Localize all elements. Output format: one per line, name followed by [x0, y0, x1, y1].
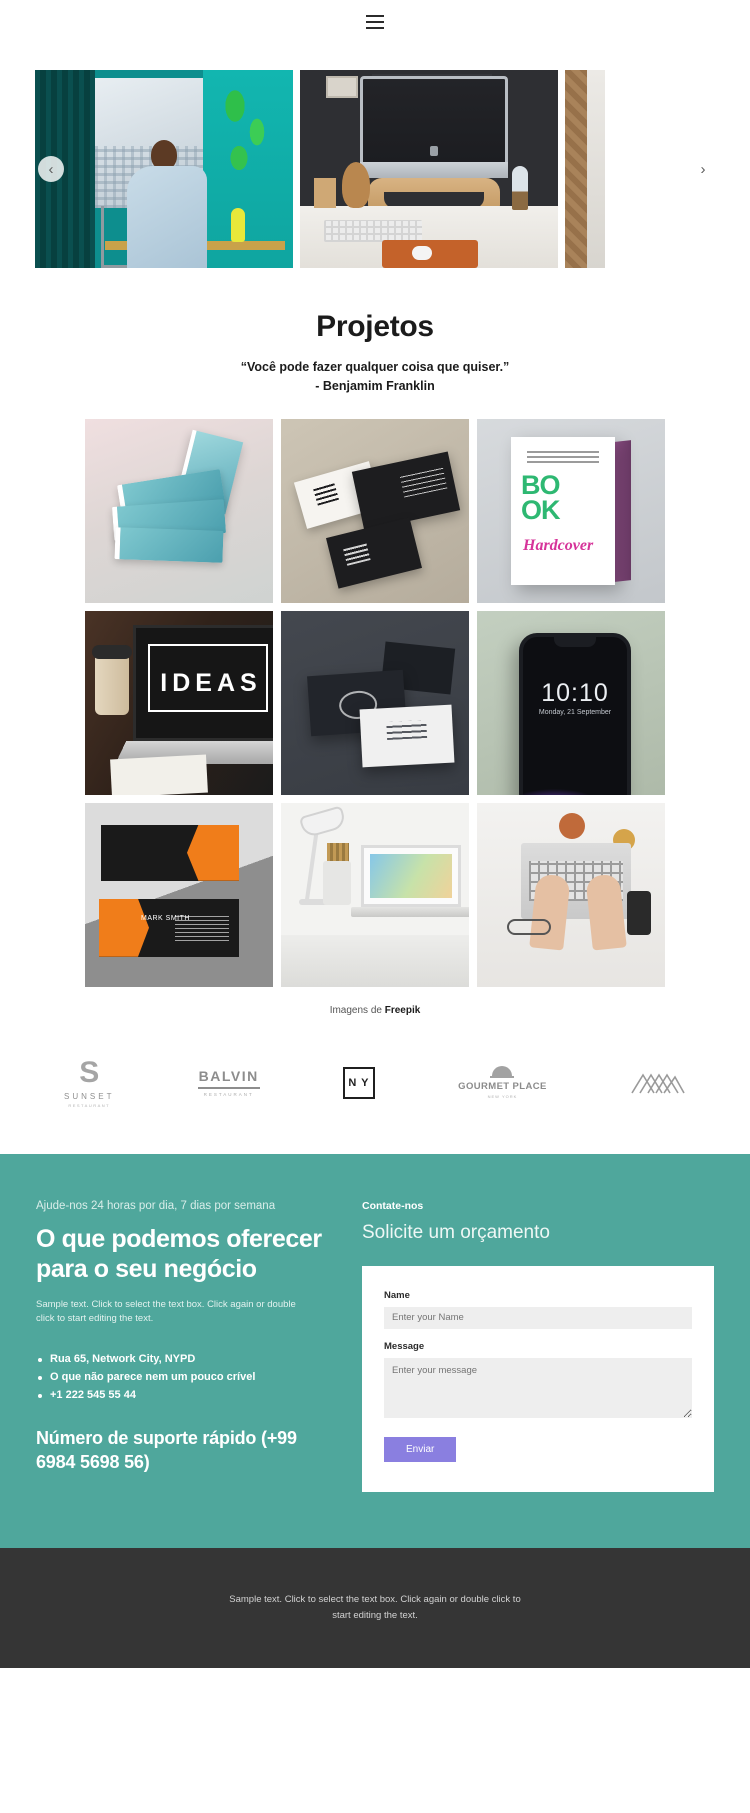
- carousel-slide-wood[interactable]: [565, 70, 605, 268]
- support-number-heading: Número de suporte rápido (+99 6984 5698 …: [36, 1428, 297, 1472]
- image-credit: Imagens de Freepik: [0, 1005, 750, 1016]
- gourmet-name: GOURMET PLACE: [458, 1081, 547, 1093]
- gallery-item[interactable]: MARK SMITH: [85, 802, 273, 987]
- contact-section: Ajude-nos 24 horas por dia, 7 dias por s…: [0, 1153, 750, 1548]
- carousel-slide-office[interactable]: [35, 70, 293, 268]
- gallery-item[interactable]: [281, 802, 469, 987]
- balvin-name: BALVIN: [198, 1068, 259, 1085]
- gallery-book-word: BO OK: [521, 469, 560, 526]
- footer-text: Sample text. Click to select the text bo…: [229, 1593, 521, 1621]
- message-field-label: Message: [384, 1340, 425, 1352]
- sunset-subtitle: RESTAURANT: [68, 1102, 111, 1108]
- keyboard-decoration: [324, 220, 422, 242]
- image-credit-prefix: Imagens de: [329, 1004, 385, 1016]
- hamburger-menu-icon[interactable]: [366, 15, 384, 29]
- gallery-item[interactable]: [281, 418, 469, 603]
- list-item: +1 222 545 55 44: [36, 1389, 336, 1401]
- balvin-subtitle: RESTAURANT: [203, 1092, 254, 1098]
- contact-form-label: Contate-nos: [362, 1199, 424, 1212]
- quote-text: “Você pode fazer qualquer coisa que quis…: [240, 360, 510, 374]
- mouse-decoration: [412, 246, 432, 260]
- contact-form-column: Contate-nos Solicite um orçamento Name M…: [362, 1200, 714, 1492]
- contact-bullet-list: Rua 65, Network City, NYPD O que não par…: [36, 1353, 336, 1401]
- gallery-ideas-word: IDEAS: [160, 668, 262, 697]
- wood-light-decoration: [587, 70, 605, 268]
- imac-screen-decoration: [360, 76, 508, 162]
- site-footer: Sample text. Click to select the text bo…: [0, 1547, 750, 1668]
- sunset-name: SUNSET: [64, 1091, 115, 1101]
- quote-attribution: - Benjamim Franklin: [315, 379, 435, 394]
- gallery-item[interactable]: BO OK Hardcover: [477, 418, 665, 603]
- gallery-item[interactable]: [85, 418, 273, 603]
- mountain-icon: [631, 1073, 685, 1094]
- hamburger-bar: [366, 15, 384, 17]
- carousel-next-button[interactable]: ›: [690, 156, 716, 182]
- carousel-slide-imac[interactable]: [300, 70, 558, 268]
- logo-mountain[interactable]: [630, 1071, 686, 1095]
- wall-frame-decoration: [326, 76, 358, 98]
- name-input[interactable]: [384, 1306, 692, 1329]
- contact-info-column: Ajude-nos 24 horas por dia, 7 dias por s…: [36, 1200, 336, 1492]
- projects-quote: “Você pode fazer qualquer coisa que quis…: [0, 358, 750, 397]
- logo-balvin[interactable]: BALVIN RESTAURANT: [197, 1068, 260, 1098]
- list-item: O que não parece nem um pouco crível: [36, 1371, 336, 1383]
- image-carousel[interactable]: ‹ ›: [0, 70, 750, 268]
- gallery-item[interactable]: IDEAS: [85, 610, 273, 795]
- carousel-prev-button[interactable]: ‹: [38, 156, 64, 182]
- gourmet-subtitle: NEW YORK: [487, 1094, 518, 1100]
- submit-button[interactable]: Enviar: [384, 1436, 457, 1462]
- logo-ny[interactable]: N Y: [342, 1066, 375, 1099]
- contact-heading: O que podemos oferecer para o seu negóci…: [36, 1224, 322, 1283]
- message-input[interactable]: [384, 1357, 692, 1418]
- phone-lockscreen-time: 10:10: [541, 678, 609, 707]
- vase-decoration: [342, 162, 370, 208]
- logo-gourmet-place[interactable]: GOURMET PLACE NEW YORK: [458, 1066, 547, 1099]
- projects-gallery: BO OK Hardcover IDEAS 10:10 Monday, 21 Se…: [85, 418, 665, 987]
- quote-request-form: Name Message Enviar: [362, 1265, 714, 1492]
- carousel-track: [35, 70, 750, 268]
- balvin-rule: [197, 1087, 260, 1090]
- imac-chin-decoration: [360, 162, 508, 178]
- person-decoration: [121, 140, 213, 268]
- gallery-item[interactable]: 10:10 Monday, 21 September: [477, 610, 665, 795]
- logo-sunset[interactable]: S SUNSET RESTAURANT: [64, 1055, 115, 1108]
- monitor-stand-decoration: [368, 178, 500, 208]
- projects-section: Projetos “Você pode fazer qualquer coisa…: [0, 268, 750, 1016]
- gallery-book-script: Hardcover: [523, 536, 594, 554]
- page-title: Projetos: [316, 310, 434, 343]
- plant-decoration: [221, 88, 273, 198]
- hamburger-bar: [366, 27, 384, 29]
- image-credit-brand[interactable]: Freepik: [385, 1005, 421, 1016]
- lamp-decoration: [231, 208, 245, 242]
- gallery-item[interactable]: [477, 802, 665, 987]
- hamburger-bar: [366, 21, 384, 23]
- site-header: [0, 0, 750, 44]
- gallery-orange-label: MARK SMITH: [141, 914, 190, 922]
- gallery-item[interactable]: [281, 610, 469, 795]
- contact-paragraph: Sample text. Click to select the text bo…: [36, 1298, 296, 1325]
- sunset-mark: S: [79, 1055, 100, 1089]
- list-item: Rua 65, Network City, NYPD: [36, 1353, 336, 1365]
- contact-form-heading: Solicite um orçamento: [362, 1221, 550, 1243]
- pencil-cup-decoration: [314, 178, 336, 208]
- ny-mark: N Y: [342, 1066, 375, 1099]
- phone-lockscreen-date: Monday, 21 September: [538, 708, 612, 716]
- cloche-icon: [490, 1066, 515, 1079]
- bulb-decoration: [512, 166, 528, 210]
- name-field-label: Name: [384, 1289, 410, 1301]
- contact-eyebrow: Ajude-nos 24 horas por dia, 7 dias por s…: [36, 1199, 276, 1212]
- partner-logos: S SUNSET RESTAURANT BALVIN RESTAURANT N …: [0, 1016, 750, 1154]
